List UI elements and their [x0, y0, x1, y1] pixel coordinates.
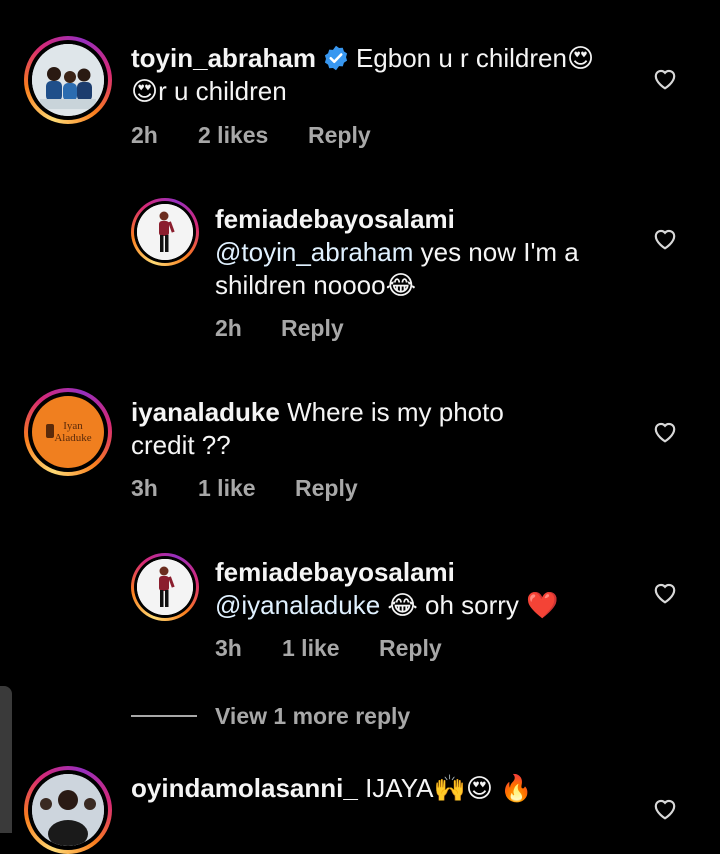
like-heart-icon[interactable] — [652, 419, 678, 443]
avatar-femi[interactable] — [131, 553, 199, 621]
comment-username[interactable]: femiadebayosalami — [215, 557, 455, 587]
comment-meta: 3h 1 like Reply — [215, 635, 442, 662]
comment-body: oyindamolasanni_ IJAYA🙌😍 🔥 — [131, 772, 533, 805]
avatar-logo-text-bottom: Aladuke — [54, 431, 92, 444]
like-heart-icon[interactable] — [652, 226, 678, 250]
comment-body: iyanaladuke Where is my photo credit ?? — [131, 396, 504, 462]
comment-username[interactable]: iyanaladuke — [131, 397, 280, 427]
comment-time: 3h — [131, 475, 158, 501]
edge-scroll-handle[interactable] — [0, 686, 12, 833]
mention-link[interactable]: @iyanaladuke — [215, 590, 380, 620]
comment-body: femiadebayosalami @iyanaladuke 😂 oh sorr… — [215, 556, 559, 622]
reply-button[interactable]: Reply — [281, 315, 344, 342]
avatar-logo-text-top: Iyan — [63, 419, 83, 432]
person-photo-icon — [137, 204, 193, 260]
logo-mark-icon — [46, 424, 54, 438]
reply-button[interactable]: Reply — [308, 122, 371, 149]
reply-button[interactable]: Reply — [295, 475, 358, 502]
comment-text-line2: shildren noooo😂 — [215, 270, 416, 300]
person-photo-icon — [137, 559, 193, 615]
comment-meta: 3h 1 like Reply — [131, 475, 358, 502]
comment-username[interactable]: toyin_abraham — [131, 43, 316, 73]
comment-text-line1: IJAYA🙌😍 🔥 — [357, 773, 533, 803]
comment-meta: 2h Reply — [215, 315, 344, 342]
person-photo-icon — [32, 774, 104, 846]
comment-body: femiadebayosalami @toyin_abraham yes now… — [215, 203, 579, 302]
comment-body: toyin_abraham Egbon u r children😍 😍r u ch… — [131, 42, 594, 108]
comment-username[interactable]: oyindamolasanni_ — [131, 773, 358, 803]
reply-button[interactable]: Reply — [379, 635, 442, 662]
view-more-divider — [131, 715, 197, 717]
mention-link[interactable]: @toyin_abraham — [215, 237, 413, 267]
comment-username[interactable]: femiadebayosalami — [215, 204, 455, 234]
comment-time: 3h — [215, 635, 242, 661]
comment-text-line2: credit ?? — [131, 430, 231, 460]
comment-meta: 2h 2 likes Reply — [131, 122, 371, 149]
comment-text-line2: 😍r u children — [131, 76, 287, 106]
avatar-iyanaladuke[interactable]: Iyan Aladuke — [24, 388, 112, 476]
comment-likes[interactable]: 2 likes — [198, 122, 308, 149]
comment-text-line1: 😂 oh sorry ❤️ — [380, 590, 559, 620]
comment-likes[interactable]: 1 like — [198, 475, 295, 502]
like-heart-icon[interactable] — [652, 66, 678, 90]
avatar-femi[interactable] — [131, 198, 199, 266]
comment-text-line1: Where is my photo — [279, 397, 504, 427]
view-more-replies-button[interactable]: View 1 more reply — [215, 703, 410, 730]
like-heart-icon[interactable] — [652, 580, 678, 604]
comment-text-line1: yes now I'm a — [413, 237, 579, 267]
family-photo-icon — [32, 44, 104, 116]
avatar-oyindamola[interactable] — [24, 766, 112, 854]
verified-badge-icon — [324, 45, 348, 71]
comment-likes[interactable]: 1 like — [282, 635, 379, 662]
comment-text-line1: Egbon u r children😍 — [355, 43, 595, 73]
like-heart-icon[interactable] — [652, 796, 678, 820]
comment-time: 2h — [215, 315, 242, 341]
avatar-toyin[interactable] — [24, 36, 112, 124]
comment-time: 2h — [131, 122, 158, 148]
